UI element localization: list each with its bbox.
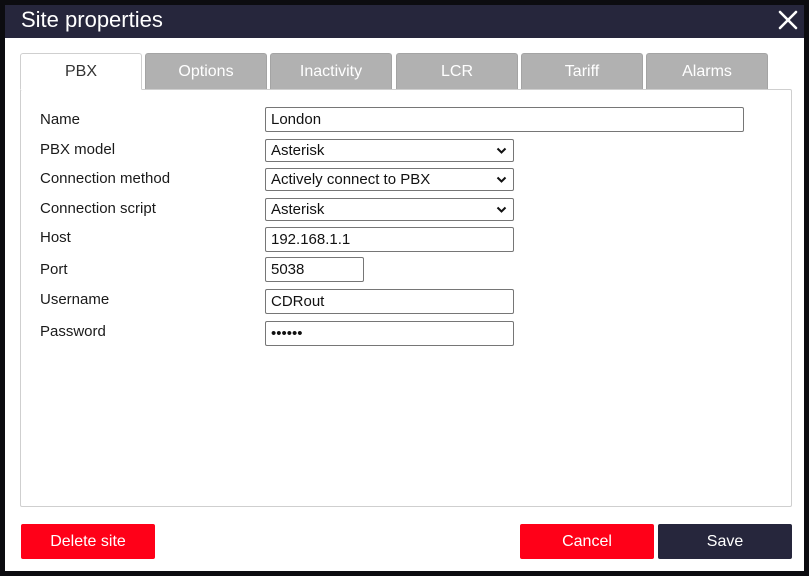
connection-script-select[interactable]: Asterisk: [265, 198, 514, 221]
connection-script-select-wrap: Asterisk: [265, 198, 514, 221]
tab-pbx[interactable]: PBX: [20, 53, 142, 90]
host-input[interactable]: [265, 227, 514, 252]
connection-script-label: Connection script: [40, 200, 156, 217]
delete-site-button[interactable]: Delete site: [21, 524, 155, 559]
connection-method-select[interactable]: Actively connect to PBX: [265, 168, 514, 191]
close-button[interactable]: [774, 5, 802, 35]
dialog-titlebar: Site properties: [5, 5, 804, 38]
save-button[interactable]: Save: [658, 524, 792, 559]
site-properties-dialog: Site properties PBX Options Inactivity L…: [0, 0, 809, 576]
tab-alarms[interactable]: Alarms: [646, 53, 768, 89]
port-input[interactable]: [265, 257, 364, 282]
pbx-model-select[interactable]: Asterisk: [265, 139, 514, 162]
close-icon: [778, 10, 798, 30]
password-label: Password: [40, 323, 106, 340]
username-input[interactable]: [265, 289, 514, 314]
connection-method-select-wrap: Actively connect to PBX: [265, 168, 514, 191]
password-input[interactable]: [265, 321, 514, 346]
pbx-model-label: PBX model: [40, 141, 116, 158]
name-label: Name: [40, 111, 81, 128]
tab-tariff[interactable]: Tariff: [521, 53, 643, 89]
connection-method-label: Connection method: [40, 170, 171, 187]
pbx-model-select-wrap: Asterisk: [265, 139, 514, 162]
cancel-button[interactable]: Cancel: [520, 524, 654, 559]
port-label: Port: [40, 261, 68, 278]
tab-lcr[interactable]: LCR: [396, 53, 518, 89]
name-input[interactable]: [265, 107, 744, 132]
host-label: Host: [40, 229, 71, 246]
dialog-title: Site properties: [21, 7, 163, 32]
tab-options[interactable]: Options: [145, 53, 267, 89]
username-label: Username: [40, 291, 110, 308]
tab-inactivity[interactable]: Inactivity: [270, 53, 392, 89]
